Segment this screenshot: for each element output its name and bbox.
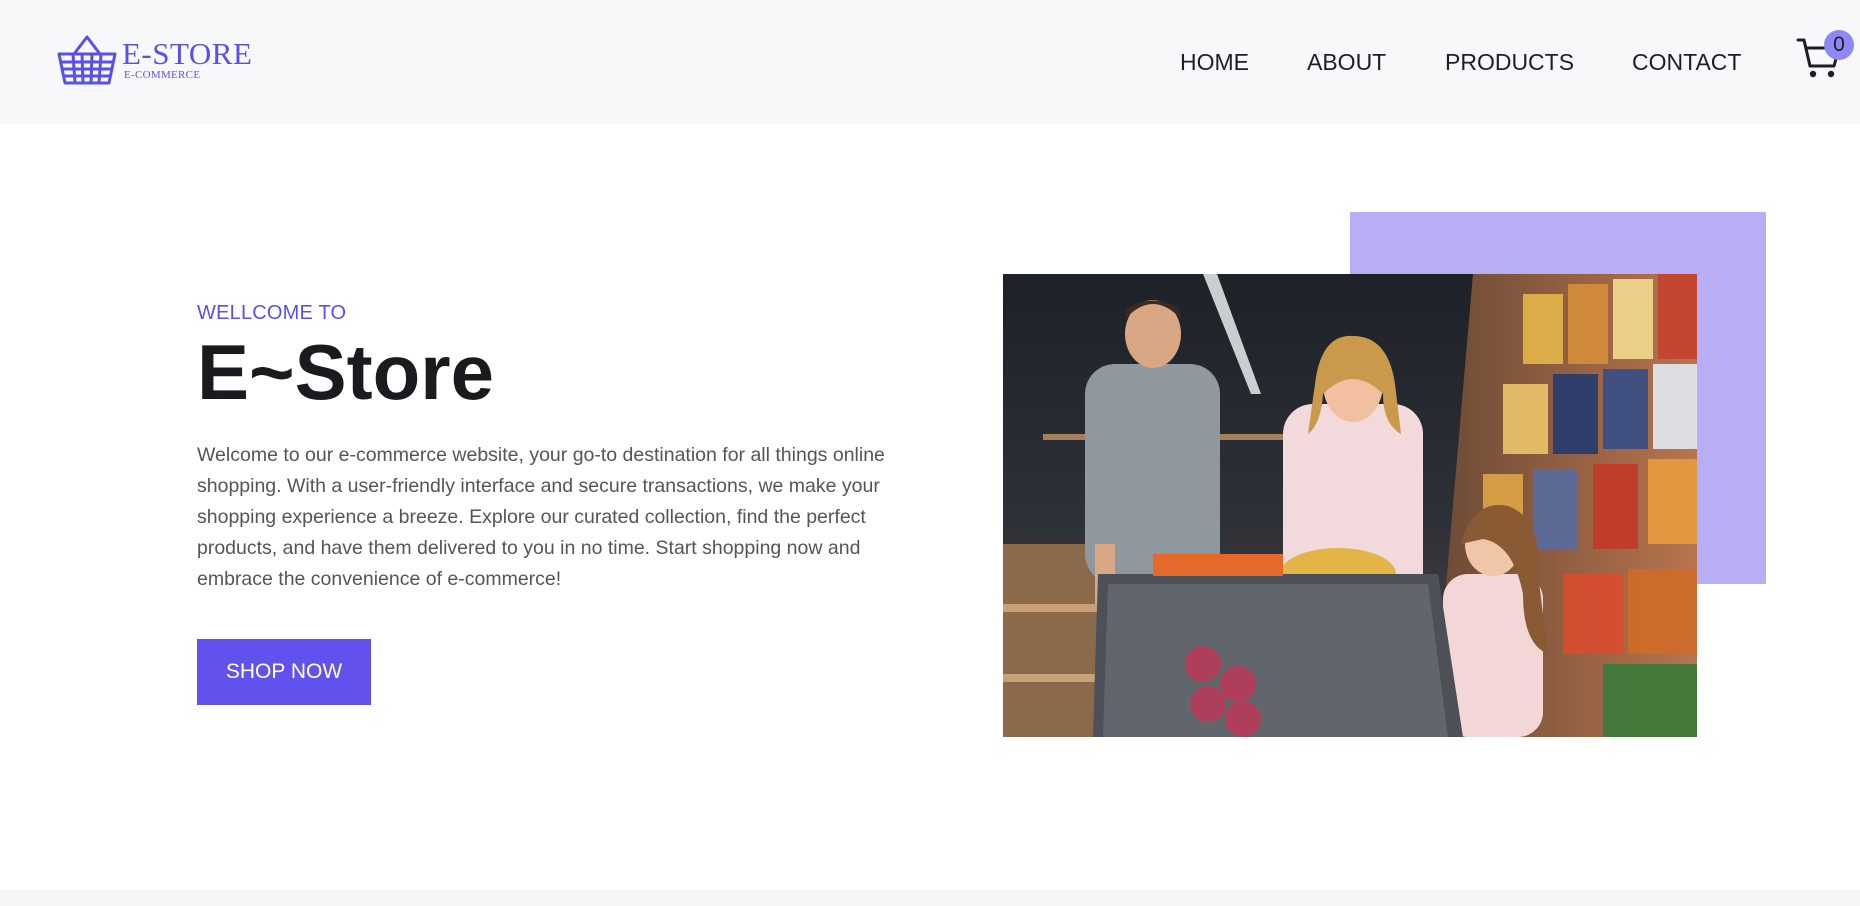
logo-subtitle: E-COMMERCE <box>124 69 201 81</box>
nav-products[interactable]: PRODUCTS <box>1445 47 1574 77</box>
footer-strip <box>0 890 1860 906</box>
logo-title: E-STORE <box>122 36 253 71</box>
cart-count-badge: 0 <box>1824 30 1854 60</box>
hero-text: WELLCOME TO E~Store Welcome to our e-com… <box>197 300 897 705</box>
basket-icon <box>57 35 117 85</box>
shop-now-button[interactable]: SHOP NOW <box>197 638 371 705</box>
hero-eyebrow: WELLCOME TO <box>197 302 347 324</box>
family-shopping-photo <box>1003 274 1697 737</box>
logo[interactable]: E-STORE E-COMMERCE <box>56 34 252 86</box>
hero-image <box>1003 274 1697 737</box>
nav-home[interactable]: HOME <box>1180 47 1249 77</box>
logo-text: E-STORE E-COMMERCE <box>122 36 253 81</box>
nav-about[interactable]: ABOUT <box>1307 47 1386 77</box>
cart-button[interactable]: 0 <box>1796 30 1854 80</box>
hero-title: E~Store <box>197 328 494 416</box>
hero-description: Welcome to our e-commerce website, your … <box>197 444 885 590</box>
nav-contact[interactable]: CONTACT <box>1632 47 1741 77</box>
site-header: E-STORE E-COMMERCE HOME ABOUT PRODUCTS C… <box>0 0 1860 124</box>
